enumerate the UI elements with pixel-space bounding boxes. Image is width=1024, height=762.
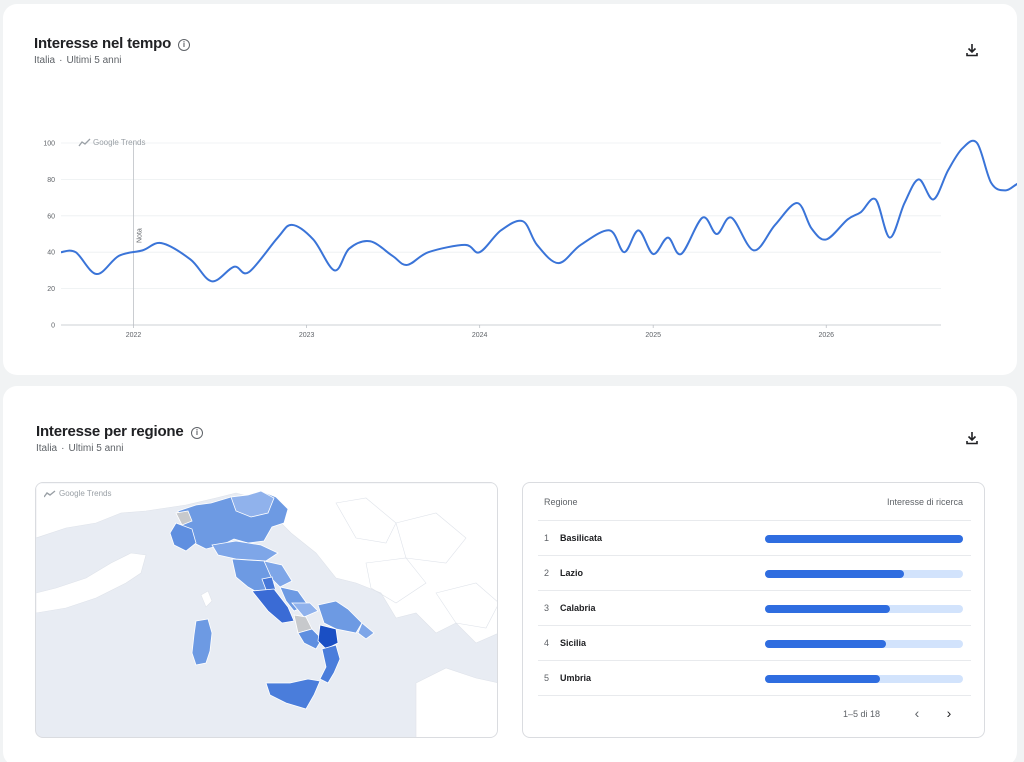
row-rank: 4 <box>544 638 550 648</box>
map-canvas[interactable] <box>36 483 498 738</box>
row-region-name: Umbria <box>560 673 592 683</box>
row-region-name: Sicilia <box>560 638 587 648</box>
interest-bar-track <box>765 570 963 578</box>
y-tick-label: 80 <box>47 177 55 184</box>
subtitle-location: Italia <box>36 443 58 454</box>
pagination-label: 1–5 di 18 <box>843 709 881 719</box>
col-header-region: Regione <box>544 497 578 507</box>
interest-bar-track <box>765 535 963 543</box>
y-tick-label: 100 <box>43 141 55 148</box>
subtitle-period: Ultimi 5 anni <box>68 443 124 454</box>
interest-bar-fill <box>765 535 963 543</box>
row-rank: 3 <box>544 603 550 613</box>
italy-region-map[interactable]: Google Trends <box>35 482 498 738</box>
chart-watermark: Google Trends <box>93 138 145 147</box>
row-region-name: Lazio <box>560 568 584 578</box>
x-tick-label: 2026 <box>818 332 834 339</box>
interest-bar-fill <box>765 605 890 613</box>
table-row[interactable]: 4 Sicilia <box>538 625 971 660</box>
interest-bar-fill <box>765 570 904 578</box>
table-row[interactable]: 1 Basilicata <box>538 520 971 555</box>
x-tick-label: 2023 <box>299 332 315 339</box>
note-label: Nota <box>137 228 144 243</box>
table-row[interactable]: 3 Calabria <box>538 590 971 625</box>
x-tick-label: 2022 <box>126 332 142 339</box>
region-ranking-table: Regione Interesse di ricerca 1 Basilicata… <box>522 482 985 738</box>
chevron-left-icon[interactable]: ‹ <box>909 705 925 721</box>
chevron-right-icon[interactable]: › <box>941 705 957 721</box>
trends-logo-icon <box>44 489 56 497</box>
x-tick-label: 2025 <box>645 332 661 339</box>
interest-bar-fill <box>765 640 886 648</box>
col-header-interest: Interesse di ricerca <box>886 497 963 507</box>
interest-by-region-title: Interesse per regione <box>36 423 184 440</box>
row-rank: 5 <box>544 673 550 683</box>
series-line <box>60 139 1017 283</box>
download-icon[interactable] <box>962 428 982 448</box>
interest-bar-track <box>765 605 963 613</box>
interest-by-region-card: Interesse per regione i Italia · Ultimi 5 … <box>3 386 1017 762</box>
y-tick-label: 40 <box>47 250 55 257</box>
region-sardegna[interactable] <box>191 618 213 666</box>
interest-bar-track <box>765 640 963 648</box>
interest-bar-track <box>765 675 963 683</box>
map-watermark: Google Trends <box>44 489 111 498</box>
info-icon[interactable]: i <box>191 427 203 439</box>
row-rank: 1 <box>544 533 550 543</box>
row-rank: 2 <box>544 568 550 578</box>
trends-logo-icon <box>78 138 91 147</box>
table-row[interactable]: 5 Umbria <box>538 660 971 695</box>
row-region-name: Basilicata <box>560 533 603 543</box>
row-region-name: Calabria <box>560 603 596 613</box>
y-tick-label: 20 <box>47 286 55 293</box>
table-divider <box>538 695 971 696</box>
interest-by-region-subtitle: Italia · Ultimi 5 anni <box>36 443 124 454</box>
interest-bar-fill <box>765 675 880 683</box>
y-tick-label: 0 <box>51 323 55 330</box>
line-chart[interactable]: 0 20 40 60 80 100 2022 2023 2024 2025 2026 Nota Goog… <box>3 4 1017 375</box>
region-calabria[interactable] <box>319 644 341 684</box>
region-sicilia[interactable] <box>265 678 321 710</box>
y-tick-label: 60 <box>47 213 55 220</box>
x-tick-label: 2024 <box>472 332 488 339</box>
interest-over-time-card: Interesse nel tempo i Italia · Ultimi 5 an… <box>3 4 1017 375</box>
table-row[interactable]: 2 Lazio <box>538 555 971 590</box>
